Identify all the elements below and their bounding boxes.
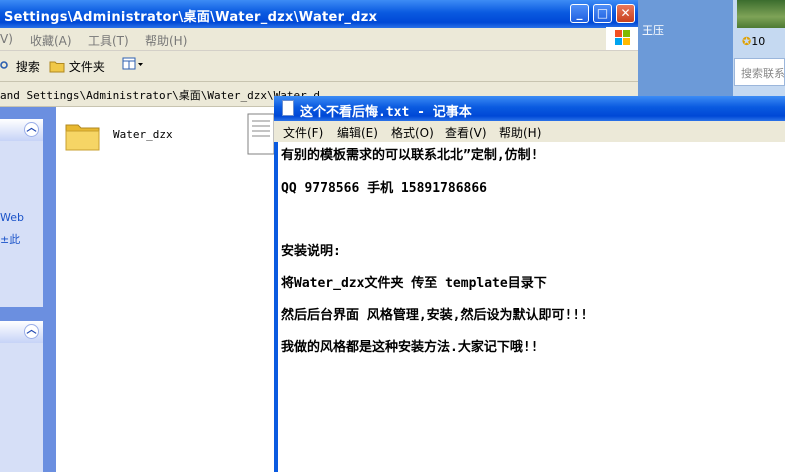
notepad-text-area[interactable]: 有别的模板需求的可以联系北北”定制,仿制! QQ 9778566 手机 1589… (281, 142, 781, 472)
im-count: ✪10 (742, 35, 765, 48)
close-icon: ✕ (620, 6, 631, 20)
chevron-up-icon[interactable]: ︿ (24, 122, 39, 137)
task-link-2[interactable]: ±此 (0, 231, 20, 247)
menu-tools[interactable]: 工具(T) (88, 32, 129, 49)
text-line: 安装说明: (281, 244, 341, 259)
folder-item-icon[interactable] (64, 117, 102, 155)
menu-help[interactable]: 帮助(H) (499, 124, 541, 141)
windows-logo (606, 27, 638, 50)
task-pane-section-1: ︿ Web ±此 (0, 119, 43, 307)
menu-help[interactable]: 帮助(H) (145, 32, 187, 49)
views-button[interactable] (118, 56, 144, 75)
desktop-icon-label[interactable]: 王压 (642, 22, 664, 38)
minimize-button[interactable]: _ (570, 4, 589, 23)
menu-edit[interactable]: 编辑(E) (337, 124, 378, 141)
star-icon: ✪ (742, 35, 752, 48)
menu-view[interactable]: V) (0, 32, 13, 46)
menu-format[interactable]: 格式(O) (391, 124, 434, 141)
menu-favorites[interactable]: 收藏(A) (30, 32, 72, 49)
text-line: QQ 9778566 手机 15891786866 (281, 181, 488, 196)
notepad-frame (274, 142, 278, 472)
task-pane-section-2: ︿ (0, 321, 43, 472)
task-pane-section-2-header[interactable]: ︿ (0, 321, 43, 343)
explorer-title: Settings\Administrator\桌面\Water_dzx\Wate… (4, 10, 378, 25)
notepad-title: 这个不看后悔.txt - 记事本 (300, 105, 472, 120)
text-line: 将Water_dzx文件夹 传至 template目录下 (281, 276, 547, 291)
chevron-up-icon[interactable]: ︿ (24, 324, 39, 339)
explorer-title-bar[interactable]: Settings\Administrator\桌面\Water_dzx\Wate… (0, 0, 638, 28)
im-search-placeholder: 搜索联系 (741, 67, 785, 80)
explorer-toolbar: 搜索 文件夹 (0, 51, 638, 82)
text-line: 有别的模板需求的可以联系北北”定制,仿制! (281, 148, 539, 163)
folder-icon (65, 124, 100, 151)
maximize-button[interactable]: □ (593, 4, 612, 23)
menu-view[interactable]: 查看(V) (445, 124, 487, 141)
avatar[interactable] (737, 0, 785, 28)
minimize-icon: _ (576, 6, 583, 20)
search-button[interactable]: 搜索 (0, 58, 40, 75)
address-path: and Settings\Administrator\桌面\Water_dzx\… (0, 89, 321, 102)
text-file-item-icon[interactable] (246, 112, 276, 156)
im-count-value: 10 (751, 35, 766, 48)
task-pane-section-1-header[interactable]: ︿ (0, 119, 43, 141)
views-icon (122, 57, 143, 70)
notepad-window: 这个不看后悔.txt - 记事本 文件(F) 编辑(E) 格式(O) 查看(V)… (274, 96, 785, 472)
notepad-title-bar[interactable]: 这个不看后悔.txt - 记事本 (274, 96, 785, 121)
task-pane: ︿ Web ±此 ︿ (0, 107, 56, 472)
explorer-menu-bar: V) 收藏(A) 工具(T) 帮助(H) (0, 28, 638, 51)
text-line: 我做的风格都是这种安装方法.大家记下哦!! (281, 340, 539, 355)
task-link-web[interactable]: Web (0, 211, 24, 224)
text-line: 然后后台界面 风格管理,安装,然后设为默认即可!!! (281, 308, 588, 323)
text-file-icon (247, 113, 275, 155)
menu-file[interactable]: 文件(F) (283, 124, 323, 141)
maximize-icon: □ (596, 6, 609, 20)
search-label: 搜索 (15, 60, 40, 74)
close-button[interactable]: ✕ (616, 4, 635, 23)
folder-icon (49, 61, 65, 73)
folders-label: 文件夹 (68, 60, 105, 74)
folders-button[interactable]: 文件夹 (49, 58, 105, 75)
folder-item-label[interactable]: Water_dzx (113, 128, 173, 141)
notepad-icon (282, 100, 294, 116)
search-icon (0, 61, 8, 69)
windows-flag-icon (615, 30, 630, 45)
notepad-menu-bar: 文件(F) 编辑(E) 格式(O) 查看(V) 帮助(H) (274, 121, 785, 142)
im-search-input[interactable]: 搜索联系 (734, 58, 785, 86)
